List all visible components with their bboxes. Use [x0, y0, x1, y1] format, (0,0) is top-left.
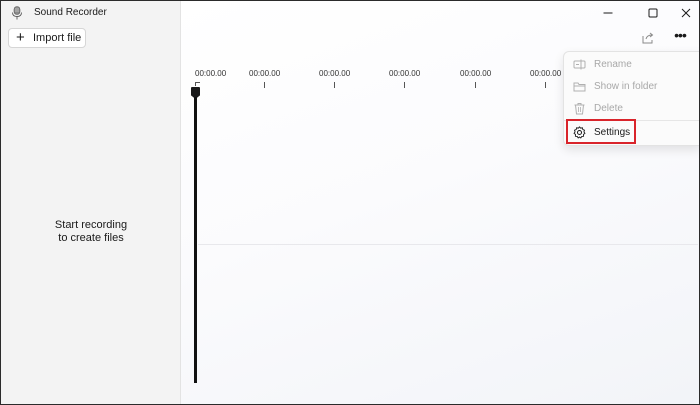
import-file-button[interactable]: + Import file: [8, 28, 86, 48]
title-bar: Sound Recorder: [1, 1, 181, 25]
timeline-label: 00:00.00: [249, 69, 281, 78]
timeline-label: 00:00.00: [319, 69, 351, 78]
empty-state-line-2: to create files: [58, 232, 124, 244]
menu-item-delete[interactable]: Delete: [564, 98, 699, 120]
close-button[interactable]: [674, 5, 698, 21]
maximize-button[interactable]: [641, 5, 665, 21]
minimize-button[interactable]: [596, 5, 620, 21]
timeline-tick: [545, 82, 546, 88]
settings-highlight-box: [566, 119, 636, 144]
timeline-tick: [195, 82, 200, 83]
timeline-tick: [475, 82, 476, 88]
plus-icon: +: [16, 29, 25, 46]
microphone-icon: [12, 6, 22, 20]
empty-state-message: Start recording to create files: [1, 219, 181, 245]
sound-recorder-window: Sound Recorder + Import file Start recor…: [0, 0, 700, 405]
timeline-label: 00:00.00: [389, 69, 421, 78]
playhead-line: [194, 97, 197, 383]
sidebar: Sound Recorder + Import file Start recor…: [1, 1, 181, 404]
menu-item-label: Rename: [594, 59, 632, 70]
close-icon: [681, 8, 691, 18]
minimize-icon: [603, 12, 613, 14]
timeline-label: 00:00.00: [460, 69, 492, 78]
import-file-label: Import file: [33, 32, 82, 44]
rename-icon: [573, 59, 586, 70]
empty-state-line-1: Start recording: [54, 219, 128, 231]
timeline-label: 00:00.00: [530, 69, 562, 78]
menu-item-label: Show in folder: [594, 81, 658, 92]
timeline-tick: [404, 82, 405, 88]
share-icon[interactable]: [640, 30, 656, 46]
menu-item-label: Delete: [594, 103, 623, 114]
waveform-baseline: [198, 244, 698, 245]
more-options-button[interactable]: •••: [669, 28, 691, 45]
menu-item-rename[interactable]: Rename: [564, 54, 699, 76]
timeline-tick: [334, 82, 335, 88]
folder-icon: [573, 82, 586, 92]
app-title: Sound Recorder: [34, 7, 107, 18]
maximize-icon: [648, 8, 658, 18]
timeline-tick: [264, 82, 265, 88]
trash-icon: [574, 103, 585, 115]
menu-item-show-in-folder[interactable]: Show in folder: [564, 76, 699, 98]
timeline-label: 00:00.00: [195, 69, 227, 78]
